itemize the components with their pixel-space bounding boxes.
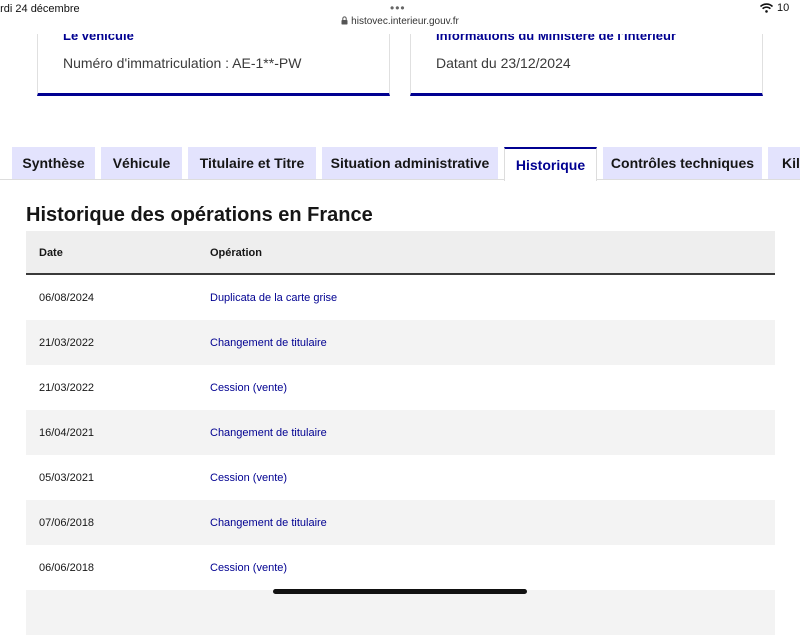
more-options-icon[interactable]: ••• xyxy=(390,1,406,15)
row-date: 06/08/2024 xyxy=(39,292,95,304)
table-row: 21/03/2022 Changement de titulaire xyxy=(26,320,775,365)
row-operation-link[interactable]: Changement de titulaire xyxy=(210,337,327,349)
table-row: 16/04/2021 Changement de titulaire xyxy=(26,410,775,455)
tab-historique[interactable]: Historique xyxy=(504,147,597,181)
browser-status-bar: ardi 24 décembre ••• histovec.interieur.… xyxy=(0,0,800,34)
row-date: 16/04/2021 xyxy=(39,427,95,439)
vehicle-card-title: Le véhicule xyxy=(63,34,134,43)
url-text: histovec.interieur.gouv.fr xyxy=(351,16,459,27)
address-bar[interactable]: histovec.interieur.gouv.fr xyxy=(0,16,800,27)
tab-synthese[interactable]: Synthèse xyxy=(12,147,95,179)
row-operation-link[interactable]: Cession (vente) xyxy=(210,472,287,484)
table-row: 21/03/2022 Cession (vente) xyxy=(26,365,775,410)
tab-vehicule[interactable]: Véhicule xyxy=(101,147,182,179)
tab-titulaire-et-titre[interactable]: Titulaire et Titre xyxy=(188,147,316,179)
row-operation-link[interactable]: Changement de titulaire xyxy=(210,427,327,439)
status-indicators: 10 xyxy=(760,2,789,14)
table-row: 06/06/2018 Cession (vente) xyxy=(26,545,775,590)
row-date: 21/03/2022 xyxy=(39,337,95,349)
section-title: Historique des opérations en France xyxy=(26,204,373,226)
table-row: 06/08/2024 Duplicata de la carte grise xyxy=(26,275,775,320)
ministry-card: Informations du Ministère de l'Intérieur… xyxy=(410,34,763,96)
status-date: ardi 24 décembre xyxy=(0,3,80,15)
table-row: 07/06/2018 Changement de titulaire xyxy=(26,500,775,545)
tab-kilometrage[interactable]: Kilo xyxy=(768,147,800,179)
registration-number: Numéro d'immatriculation : AE-1**-PW xyxy=(63,55,302,71)
row-date: 07/06/2018 xyxy=(39,517,95,529)
row-date: 05/03/2021 xyxy=(39,472,95,484)
row-operation-link[interactable]: Duplicata de la carte grise xyxy=(210,292,337,304)
operations-table: Date Opération 06/08/2024 Duplicata de l… xyxy=(26,231,775,635)
tab-situation-administrative[interactable]: Situation administrative xyxy=(322,147,498,179)
column-header-operation: Opération xyxy=(210,247,262,259)
table-row: 05/03/2021 Cession (vente) xyxy=(26,455,775,500)
home-indicator[interactable] xyxy=(273,589,527,594)
row-operation-link[interactable]: Cession (vente) xyxy=(210,382,287,394)
lock-icon xyxy=(341,16,348,25)
ministry-card-title: Informations du Ministère de l'Intérieur xyxy=(436,34,677,43)
wifi-icon xyxy=(760,3,773,13)
row-date: 06/06/2018 xyxy=(39,562,95,574)
status-time: 10 xyxy=(777,2,790,14)
ministry-date: Datant du 23/12/2024 xyxy=(436,55,571,71)
table-header: Date Opération xyxy=(26,231,775,275)
tab-bar: Synthèse Véhicule Titulaire et Titre Sit… xyxy=(0,147,800,181)
tab-controles-techniques[interactable]: Contrôles techniques xyxy=(603,147,762,179)
vehicle-card: Le véhicule Numéro d'immatriculation : A… xyxy=(37,34,390,96)
row-operation-link[interactable]: Cession (vente) xyxy=(210,562,287,574)
row-date: 21/03/2022 xyxy=(39,382,95,394)
column-header-date: Date xyxy=(39,247,63,259)
row-operation-link[interactable]: Changement de titulaire xyxy=(210,517,327,529)
table-row xyxy=(26,590,775,635)
